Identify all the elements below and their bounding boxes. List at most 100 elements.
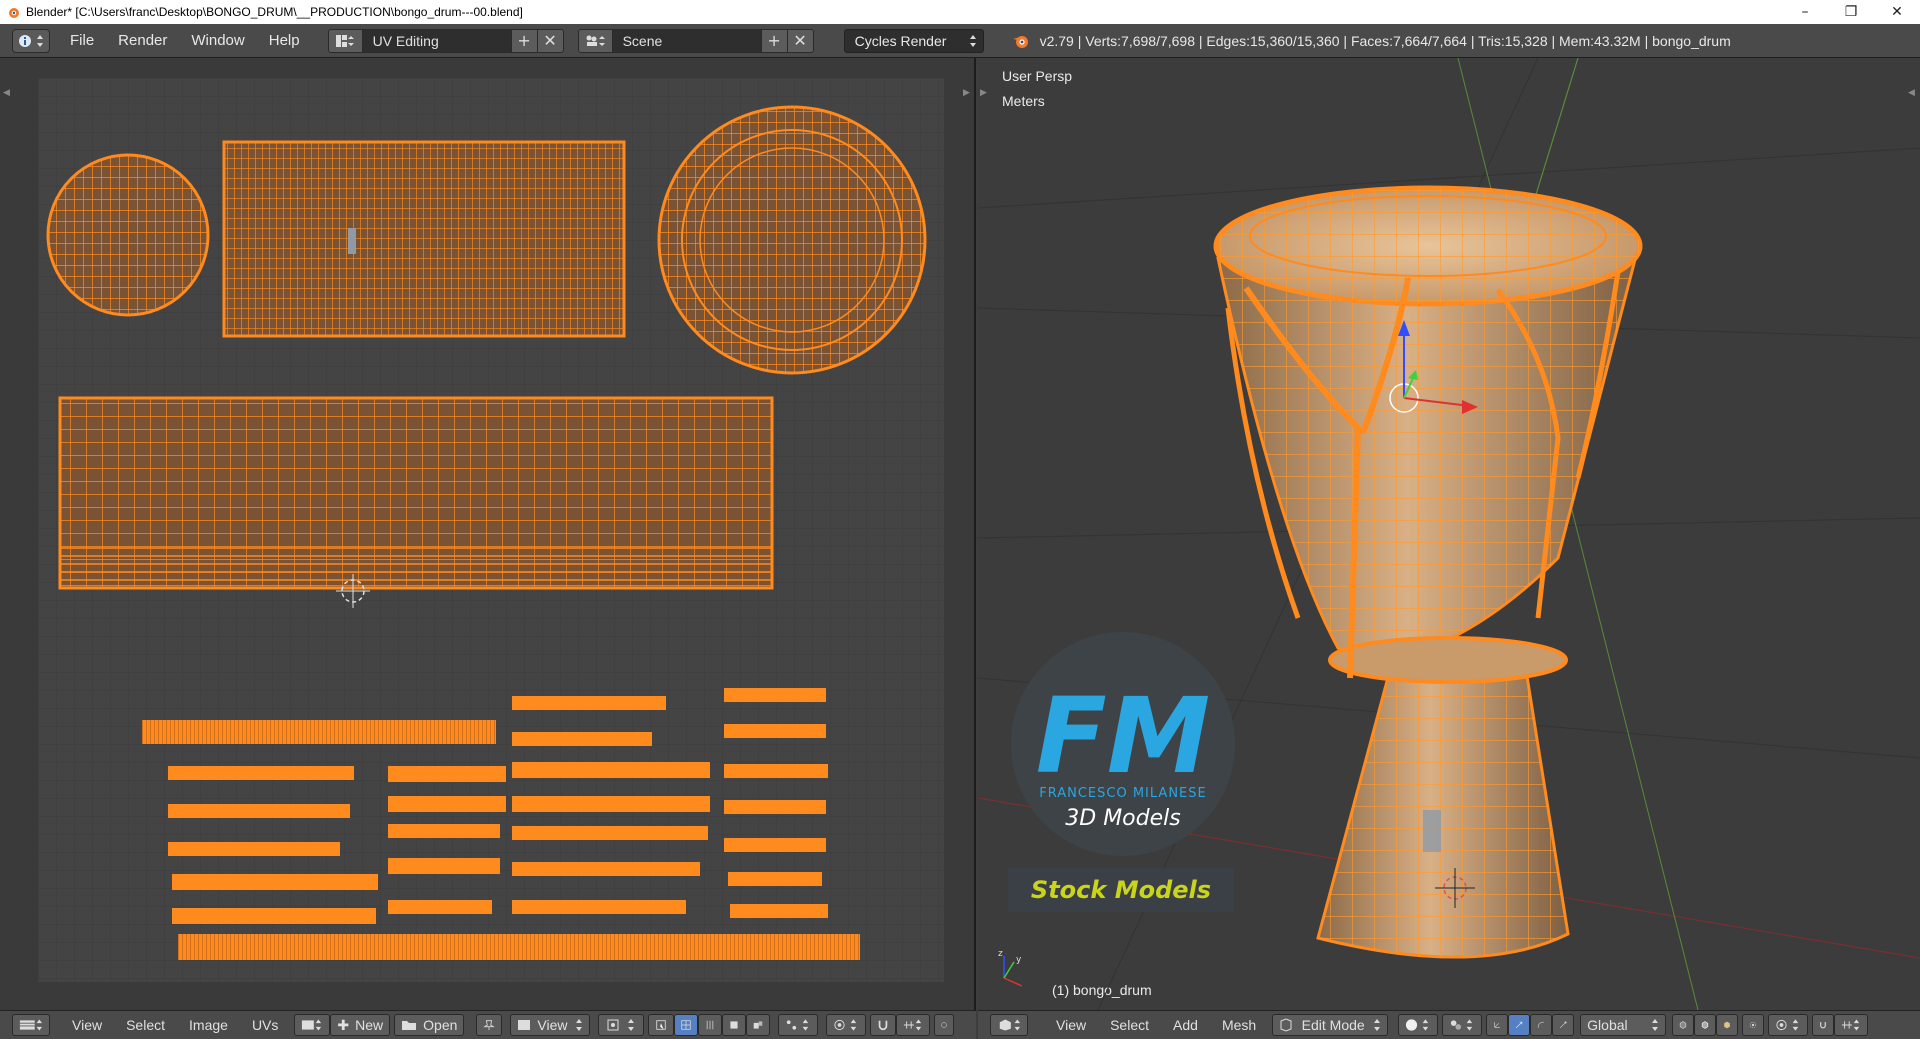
uv-island[interactable] xyxy=(58,396,774,590)
menu-file[interactable]: File xyxy=(58,32,106,49)
open-image-button[interactable]: Open xyxy=(394,1014,465,1036)
pivot-icon xyxy=(607,1019,635,1031)
svg-text:FRANCESCO MILANESE: FRANCESCO MILANESE xyxy=(1039,786,1206,801)
snap-toggle[interactable] xyxy=(870,1014,897,1036)
proportional-edit-dropdown[interactable] xyxy=(826,1014,867,1036)
area-collapse-arrow-icon[interactable]: ◀ xyxy=(3,88,13,98)
manipulator-icon xyxy=(1494,1022,1501,1028)
svg-text:FM: FM xyxy=(1036,675,1211,797)
minimize-button[interactable]: – xyxy=(1782,0,1828,24)
uv-canvas[interactable] xyxy=(38,78,944,982)
edge-select-icon xyxy=(1702,1021,1709,1029)
3d-view-icon xyxy=(999,1019,1021,1031)
face-select-icon xyxy=(1724,1021,1731,1029)
svg-text:y: y xyxy=(1016,955,1022,965)
uv-menu-uvs[interactable]: UVs xyxy=(240,1017,290,1033)
3d-viewport[interactable]: ▶ ◀ User Persp Meters (1) bongo_drum y z… xyxy=(978,58,1920,1010)
snap-element-icon xyxy=(904,1019,922,1031)
uv-island[interactable] xyxy=(222,140,626,338)
screen-layout-selector[interactable]: UV Editing + ✕ xyxy=(327,28,564,53)
magnet-icon xyxy=(879,1020,888,1031)
area-collapse-arrow-icon[interactable]: ▶ xyxy=(963,88,973,98)
drum-mesh[interactable] xyxy=(1213,185,1643,959)
scene-selector[interactable]: Scene + ✕ xyxy=(577,28,814,53)
proportional-edit-dropdown[interactable] xyxy=(1768,1014,1809,1036)
uv-island[interactable] xyxy=(46,153,210,317)
vp-menu-add[interactable]: Add xyxy=(1161,1017,1210,1033)
snap-toggle[interactable] xyxy=(1812,1014,1835,1036)
pin-button[interactable] xyxy=(476,1014,503,1036)
editor-type-info-button[interactable] xyxy=(12,28,50,53)
snap-element-dropdown[interactable] xyxy=(1834,1014,1869,1036)
uv-image-editor[interactable]: ◀ ▶ xyxy=(0,58,976,1010)
scene-name-field[interactable]: Scene xyxy=(612,29,761,52)
snap-element-dropdown[interactable] xyxy=(896,1014,931,1036)
sync-selection-toggle[interactable] xyxy=(648,1014,675,1036)
magnet-icon xyxy=(1820,1022,1827,1029)
vertex-select-mode-button[interactable] xyxy=(1672,1014,1695,1036)
updown-arrows-icon xyxy=(1374,1019,1381,1031)
uv-menu-image[interactable]: Image xyxy=(177,1017,240,1033)
image-browse-icon xyxy=(302,1019,322,1031)
view-mode-label: View xyxy=(537,1017,568,1033)
menu-window[interactable]: Window xyxy=(179,32,256,49)
menu-render[interactable]: Render xyxy=(106,32,179,49)
uv-editor-header: View Select Image UVs ✚ New Open View xyxy=(0,1010,976,1039)
select-mode-island[interactable] xyxy=(746,1014,771,1036)
pin-icon xyxy=(483,1020,496,1031)
vp-menu-view[interactable]: View xyxy=(1044,1017,1098,1033)
new-image-button[interactable]: ✚ New xyxy=(330,1014,391,1036)
close-window-button[interactable]: ✕ xyxy=(1874,0,1920,24)
scene-icon[interactable] xyxy=(579,29,613,52)
sticky-selection-dropdown[interactable] xyxy=(778,1014,819,1036)
image-browse-button[interactable] xyxy=(294,1014,331,1036)
editor-type-button[interactable] xyxy=(12,1014,50,1036)
interaction-mode-value: Edit Mode xyxy=(1301,1017,1365,1033)
plus-icon: ✚ xyxy=(337,1016,350,1033)
image-editor-icon xyxy=(19,1019,43,1031)
view-mode-dropdown[interactable]: View xyxy=(510,1014,591,1036)
rotate-manipulator-toggle[interactable] xyxy=(1530,1014,1553,1036)
snap-element-icon xyxy=(1842,1019,1860,1031)
pivot-point-dropdown[interactable] xyxy=(1442,1014,1483,1036)
layout-name-field[interactable]: UV Editing xyxy=(362,29,511,52)
edge-select-mode-button[interactable] xyxy=(1694,1014,1717,1036)
layout-icon[interactable] xyxy=(329,29,363,52)
editor-type-button[interactable] xyxy=(990,1014,1028,1036)
display-channels-toggle[interactable] xyxy=(934,1014,955,1036)
manipulator-toggle[interactable] xyxy=(1486,1014,1509,1036)
stats-text: v2.79 | Verts:7,698/7,698 | Edges:15,360… xyxy=(1039,32,1731,49)
svg-text:z: z xyxy=(998,949,1003,959)
restore-button[interactable]: ❐ xyxy=(1828,0,1874,24)
sticky-selection-icon xyxy=(787,1019,809,1031)
transform-orientation-dropdown[interactable]: Global xyxy=(1580,1014,1667,1036)
select-mode-vertex[interactable] xyxy=(674,1014,699,1036)
axis-widget-icon: y z xyxy=(998,949,1023,987)
select-mode-face[interactable] xyxy=(722,1014,747,1036)
uv-island[interactable] xyxy=(657,105,927,375)
info-icon xyxy=(19,34,31,47)
viewport-shading-dropdown[interactable] xyxy=(1398,1014,1439,1036)
add-scene-button[interactable]: + xyxy=(760,29,787,52)
add-layout-button[interactable]: + xyxy=(510,29,537,52)
display-channels-icon xyxy=(941,1022,948,1028)
face-select-mode-button[interactable] xyxy=(1716,1014,1739,1036)
limit-selection-toggle[interactable] xyxy=(1742,1014,1765,1036)
scale-manipulator-toggle[interactable] xyxy=(1552,1014,1575,1036)
interaction-mode-dropdown[interactable]: Edit Mode xyxy=(1272,1014,1389,1036)
uv-menu-view[interactable]: View xyxy=(60,1017,114,1033)
window-title: Blender* [C:\Users\franc\Desktop\BONGO_D… xyxy=(26,5,523,19)
menu-help[interactable]: Help xyxy=(257,32,312,49)
vp-menu-select[interactable]: Select xyxy=(1098,1017,1161,1033)
remove-scene-button[interactable]: ✕ xyxy=(786,29,813,52)
select-mode-edge[interactable] xyxy=(698,1014,723,1036)
rotate-icon xyxy=(1538,1021,1545,1028)
vp-menu-mesh[interactable]: Mesh xyxy=(1210,1017,1268,1033)
uv-menu-select[interactable]: Select xyxy=(114,1017,177,1033)
remove-layout-button[interactable]: ✕ xyxy=(536,29,563,52)
render-engine-dropdown[interactable]: Cycles Render xyxy=(843,28,984,53)
pivot-dropdown[interactable] xyxy=(598,1014,645,1036)
translate-manipulator-toggle[interactable] xyxy=(1508,1014,1531,1036)
render-engine-value: Cycles Render xyxy=(854,32,947,49)
updown-arrows-icon xyxy=(37,34,43,47)
